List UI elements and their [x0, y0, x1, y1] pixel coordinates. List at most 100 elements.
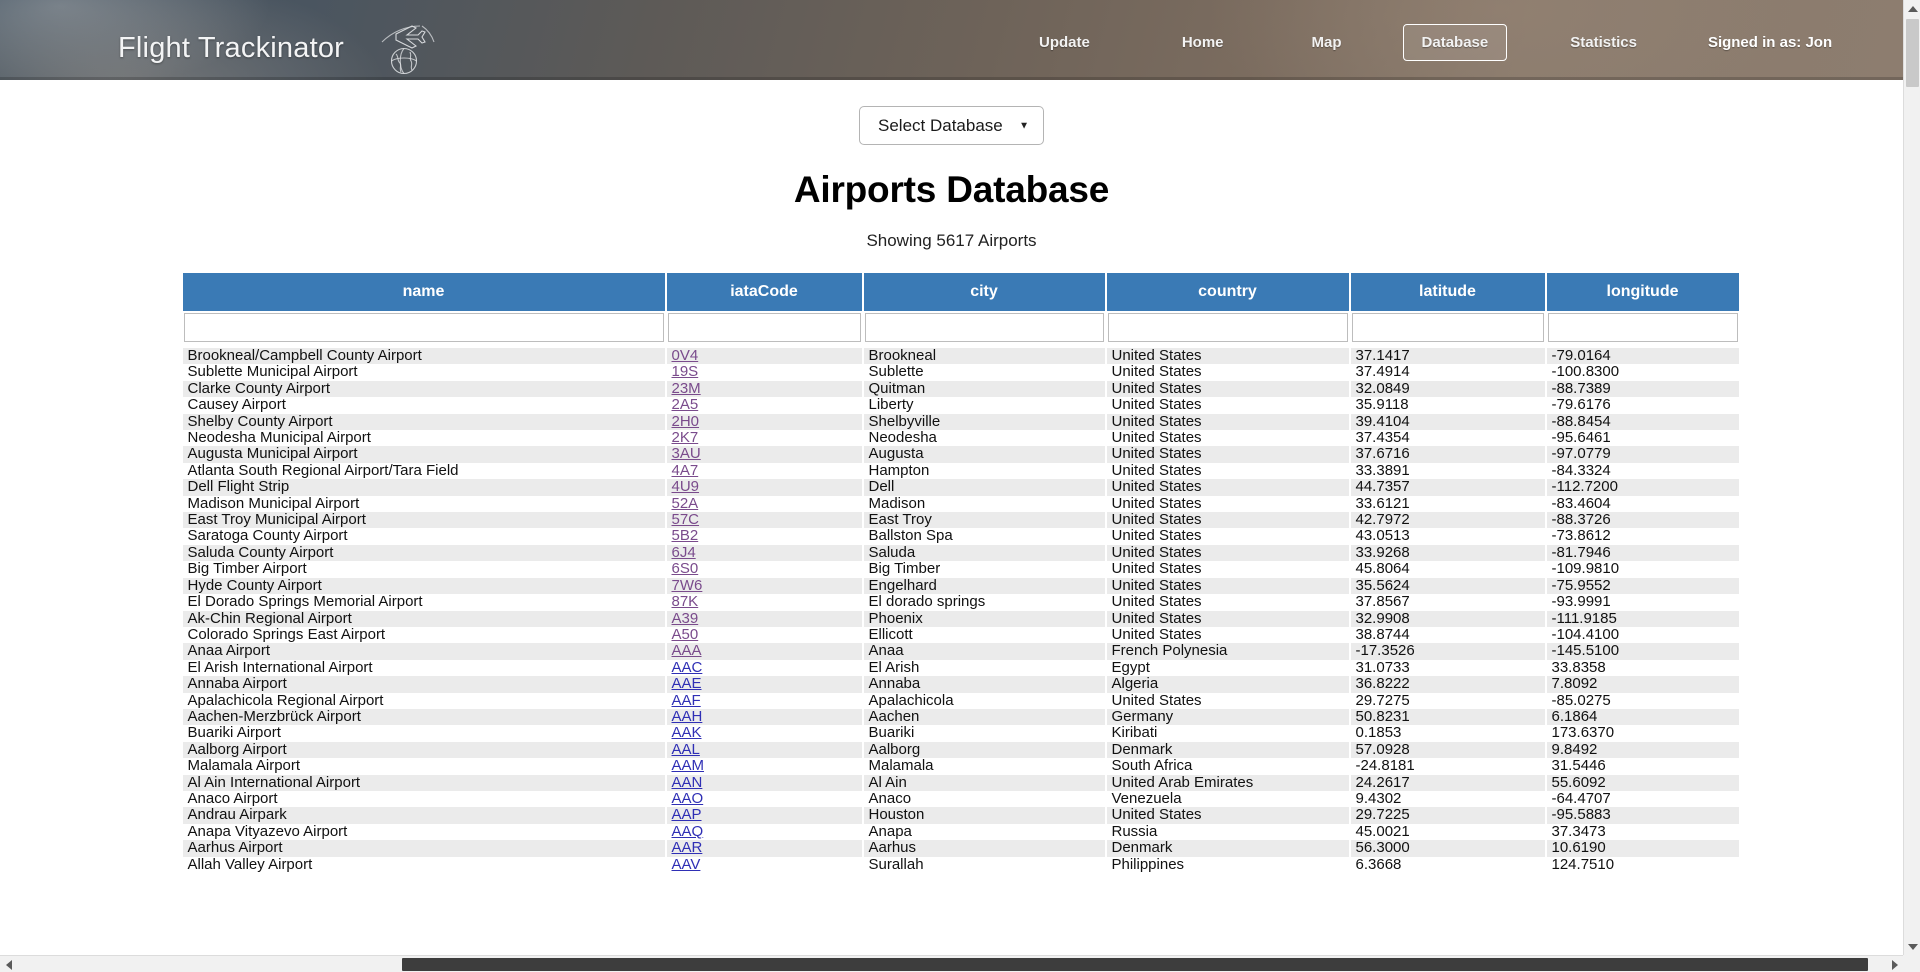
- iatacode-link[interactable]: AAL: [672, 742, 700, 758]
- cell-country: Russia: [1106, 823, 1349, 841]
- cell-city: Saluda: [863, 544, 1105, 562]
- filter-input-iatacode[interactable]: [667, 313, 861, 342]
- filter-input-country[interactable]: [1107, 313, 1348, 342]
- cell-iatacode[interactable]: 52A: [666, 495, 862, 513]
- table-row: Buariki Airport AAK Buariki Kiribati 0.1853 1…: [182, 725, 1739, 742]
- iatacode-link[interactable]: 4U9: [672, 479, 700, 495]
- iatacode-link[interactable]: 3AU: [672, 446, 701, 462]
- database-select-shell: Select Database ▼: [859, 106, 1044, 145]
- iatacode-link[interactable]: 0V4: [672, 348, 699, 364]
- scroll-right-button[interactable]: [1886, 956, 1903, 972]
- cell-iatacode[interactable]: AAE: [666, 676, 862, 693]
- filter-input-city[interactable]: [864, 313, 1104, 342]
- iatacode-link[interactable]: 52A: [672, 496, 699, 512]
- iatacode-link[interactable]: AAF: [672, 693, 701, 709]
- nav-item-database[interactable]: Database: [1402, 24, 1508, 61]
- cell-iatacode[interactable]: 19S: [666, 364, 862, 381]
- iatacode-link[interactable]: 57C: [672, 512, 700, 528]
- column-header-city[interactable]: city: [863, 273, 1105, 311]
- iatacode-link[interactable]: 2K7: [672, 430, 699, 446]
- horizontal-scroll-thumb[interactable]: [402, 958, 1868, 971]
- iatacode-link[interactable]: A39: [672, 611, 699, 627]
- cell-iatacode[interactable]: AAO: [666, 790, 862, 808]
- cell-country: Philippines: [1106, 856, 1349, 873]
- cell-city: El dorado springs: [863, 594, 1105, 611]
- iatacode-link[interactable]: AAN: [672, 775, 703, 791]
- cell-iatacode[interactable]: 2A5: [666, 397, 862, 414]
- iatacode-link[interactable]: 4A7: [672, 463, 699, 479]
- column-header-country[interactable]: country: [1106, 273, 1349, 311]
- column-header-name[interactable]: name: [182, 273, 665, 311]
- cell-iatacode[interactable]: 4U9: [666, 479, 862, 496]
- cell-iatacode[interactable]: A39: [666, 610, 862, 627]
- table-row: Neodesha Municipal Airport 2K7 Neodesha Uni…: [182, 430, 1739, 447]
- iatacode-link[interactable]: AAH: [672, 709, 703, 725]
- column-header-longitude[interactable]: longitude: [1546, 273, 1739, 311]
- cell-iatacode[interactable]: 23M: [666, 380, 862, 398]
- vertical-scroll-thumb[interactable]: [1906, 19, 1919, 87]
- cell-iatacode[interactable]: 4A7: [666, 462, 862, 480]
- cell-iatacode[interactable]: 57C: [666, 512, 862, 529]
- iatacode-link[interactable]: 2H0: [672, 414, 700, 430]
- vertical-scrollbar[interactable]: [1903, 0, 1920, 955]
- horizontal-scrollbar[interactable]: [0, 955, 1903, 972]
- iatacode-link[interactable]: 6J4: [672, 545, 696, 561]
- cell-iatacode[interactable]: 6S0: [666, 561, 862, 578]
- cell-iatacode[interactable]: 2H0: [666, 413, 862, 431]
- cell-iatacode[interactable]: A50: [666, 626, 862, 644]
- iatacode-link[interactable]: AAQ: [672, 824, 704, 840]
- cell-name: Anaa Airport: [182, 643, 665, 660]
- iatacode-link[interactable]: 7W6: [672, 578, 703, 594]
- iatacode-link[interactable]: 23M: [672, 381, 701, 397]
- iatacode-link[interactable]: AAV: [672, 857, 701, 873]
- cell-iatacode[interactable]: AAN: [666, 774, 862, 791]
- cell-iatacode[interactable]: AAC: [666, 659, 862, 677]
- cell-latitude: 0.1853: [1350, 725, 1545, 742]
- cell-iatacode[interactable]: AAK: [666, 725, 862, 742]
- column-header-latitude[interactable]: latitude: [1350, 273, 1545, 311]
- cell-iatacode[interactable]: AAQ: [666, 823, 862, 841]
- cell-iatacode[interactable]: 2K7: [666, 430, 862, 447]
- iatacode-link[interactable]: AAK: [672, 725, 702, 741]
- iatacode-link[interactable]: AAO: [672, 791, 704, 807]
- column-header-iatacode[interactable]: iataCode: [666, 273, 862, 311]
- scroll-down-button[interactable]: [1904, 938, 1920, 955]
- database-select[interactable]: Select Database: [859, 106, 1044, 145]
- iatacode-link[interactable]: AAP: [672, 807, 702, 823]
- cell-iatacode[interactable]: AAM: [666, 758, 862, 775]
- brand[interactable]: Flight Trackinator: [118, 20, 440, 76]
- cell-iatacode[interactable]: AAR: [666, 840, 862, 857]
- iatacode-link[interactable]: 2A5: [672, 397, 699, 413]
- scroll-up-button[interactable]: [1904, 0, 1920, 17]
- filter-input-name[interactable]: [183, 313, 664, 342]
- cell-iatacode[interactable]: 7W6: [666, 577, 862, 595]
- filter-input-latitude[interactable]: [1351, 313, 1544, 342]
- cell-iatacode[interactable]: 3AU: [666, 446, 862, 463]
- cell-iatacode[interactable]: 5B2: [666, 528, 862, 545]
- iatacode-link[interactable]: AAR: [672, 840, 703, 856]
- cell-iatacode[interactable]: AAF: [666, 692, 862, 709]
- cell-iatacode[interactable]: 0V4: [666, 348, 862, 365]
- iatacode-link[interactable]: 6S0: [672, 561, 699, 577]
- nav-item-update[interactable]: Update: [1020, 24, 1109, 61]
- iatacode-link[interactable]: AAC: [672, 660, 703, 676]
- iatacode-link[interactable]: A50: [672, 627, 699, 643]
- filter-input-longitude[interactable]: [1547, 313, 1738, 342]
- scroll-left-button[interactable]: [0, 956, 17, 972]
- iatacode-link[interactable]: 19S: [672, 364, 699, 380]
- iatacode-link[interactable]: AAE: [672, 676, 702, 692]
- cell-iatacode[interactable]: AAA: [666, 643, 862, 660]
- iatacode-link[interactable]: 87K: [672, 594, 699, 610]
- cell-iatacode[interactable]: AAL: [666, 741, 862, 759]
- cell-iatacode[interactable]: AAH: [666, 708, 862, 726]
- nav-item-home[interactable]: Home: [1163, 24, 1243, 61]
- cell-iatacode[interactable]: 6J4: [666, 544, 862, 562]
- nav-item-map[interactable]: Map: [1293, 24, 1361, 61]
- iatacode-link[interactable]: AAM: [672, 758, 705, 774]
- cell-iatacode[interactable]: AAP: [666, 807, 862, 824]
- nav-item-statistics[interactable]: Statistics: [1551, 24, 1656, 61]
- cell-iatacode[interactable]: 87K: [666, 594, 862, 611]
- iatacode-link[interactable]: AAA: [672, 643, 702, 659]
- cell-iatacode[interactable]: AAV: [666, 856, 862, 873]
- iatacode-link[interactable]: 5B2: [672, 528, 699, 544]
